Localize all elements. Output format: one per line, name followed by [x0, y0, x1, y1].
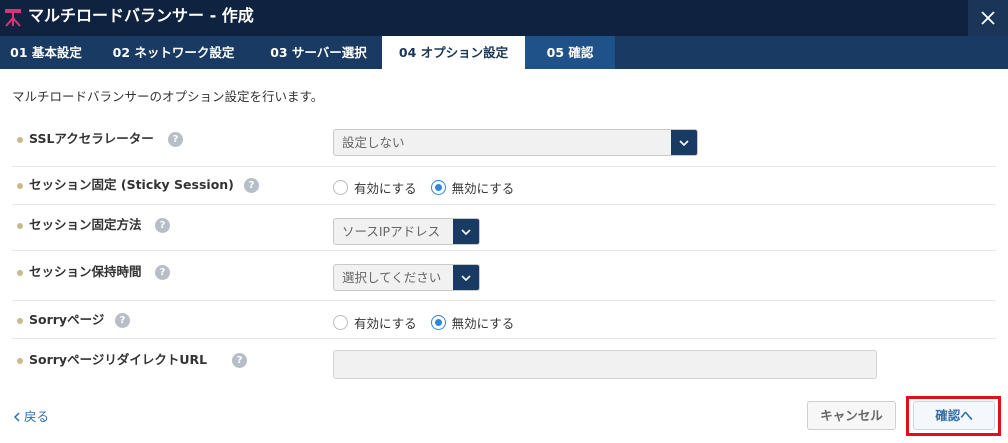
chevron-down-icon: [453, 219, 479, 244]
sticky-session-disable-radio[interactable]: [430, 180, 446, 195]
close-icon: [981, 11, 995, 25]
row-ssl-accelerator: SSLアクセラレーター ? 設定しない: [12, 119, 996, 167]
ssl-accelerator-value: 設定しない: [342, 135, 405, 150]
help-icon[interactable]: ?: [168, 132, 183, 147]
bullet-dot: [17, 270, 23, 276]
row-session-timeout: セッション保持時間 ? 選択してください: [12, 251, 996, 301]
bullet-dot: [17, 183, 23, 189]
sorry-page-radio-group: 有効にする 無効にする: [333, 313, 528, 332]
tab-basic-settings[interactable]: 01 基本設定: [0, 36, 92, 69]
confirm-button[interactable]: 確認へ: [913, 401, 995, 430]
ssl-accelerator-label: SSLアクセラレーター: [29, 131, 154, 146]
row-sorry-redirect-url: SorryページリダイレクトURL ?: [12, 339, 996, 389]
chevron-left-icon: [13, 412, 20, 422]
sticky-session-disable-label[interactable]: 無効にする: [452, 178, 515, 197]
sticky-session-radio-group: 有効にする 無効にする: [333, 178, 528, 197]
help-icon[interactable]: ?: [244, 178, 259, 193]
sticky-method-label: セッション固定方法: [29, 217, 142, 232]
tab-network-settings[interactable]: 02 ネットワーク設定: [92, 36, 255, 69]
session-timeout-value: 選択してください: [342, 270, 442, 285]
window-title: マルチロードバランサー - 作成: [28, 6, 254, 25]
sorry-page-disable-radio[interactable]: [430, 315, 446, 330]
sticky-method-value: ソースIPアドレス: [342, 224, 441, 239]
back-link[interactable]: 戻る: [13, 406, 49, 425]
title-bar: マルチロードバランサー - 作成: [0, 0, 1008, 36]
wizard-steps: 01 基本設定 02 ネットワーク設定 03 サーバー選択 04 オプション設定…: [0, 36, 1008, 69]
help-icon[interactable]: ?: [115, 313, 130, 328]
chevron-down-icon: [453, 265, 479, 290]
tab-option-settings[interactable]: 04 オプション設定: [382, 36, 525, 69]
sorry-redirect-label: SorryページリダイレクトURL: [29, 352, 208, 367]
ssl-accelerator-select[interactable]: 設定しない: [333, 129, 698, 156]
intro-text: マルチロードバランサーのオプション設定を行います。: [12, 89, 324, 104]
sorry-page-disable-label[interactable]: 無効にする: [452, 313, 515, 332]
help-icon[interactable]: ?: [155, 218, 170, 233]
tab-server-selection[interactable]: 03 サーバー選択: [255, 36, 382, 69]
cancel-button[interactable]: キャンセル: [807, 401, 896, 430]
bullet-dot: [17, 223, 23, 229]
sticky-session-enable-label[interactable]: 有効にする: [354, 178, 417, 197]
chevron-down-icon: [671, 130, 697, 155]
help-icon[interactable]: ?: [232, 353, 247, 368]
bullet-dot: [17, 358, 23, 364]
help-icon[interactable]: ?: [155, 265, 170, 280]
sticky-method-select[interactable]: ソースIPアドレス: [333, 218, 480, 245]
close-button[interactable]: [968, 0, 1008, 36]
sticky-session-enable-radio[interactable]: [333, 180, 348, 195]
sorry-page-label: Sorryページ: [29, 312, 105, 327]
session-timeout-label: セッション保持時間: [29, 264, 142, 279]
session-timeout-select[interactable]: 選択してください: [333, 264, 480, 291]
sorry-redirect-url-input[interactable]: [333, 350, 877, 379]
sorry-page-enable-label[interactable]: 有効にする: [354, 313, 417, 332]
row-sorry-page: Sorryページ ? 有効にする 無効にする: [12, 301, 996, 339]
sorry-page-enable-radio[interactable]: [333, 315, 348, 330]
row-sticky-session: セッション固定 (Sticky Session) ? 有効にする 無効にする: [12, 167, 996, 205]
sticky-session-label: セッション固定 (Sticky Session): [29, 177, 234, 192]
tab-confirm[interactable]: 05 確認: [525, 36, 615, 69]
bullet-dot: [17, 137, 23, 143]
bullet-dot: [17, 318, 23, 324]
back-link-label: 戻る: [24, 409, 50, 424]
load-balancer-icon: [5, 9, 21, 27]
row-sticky-method: セッション固定方法 ? ソースIPアドレス: [12, 205, 996, 251]
